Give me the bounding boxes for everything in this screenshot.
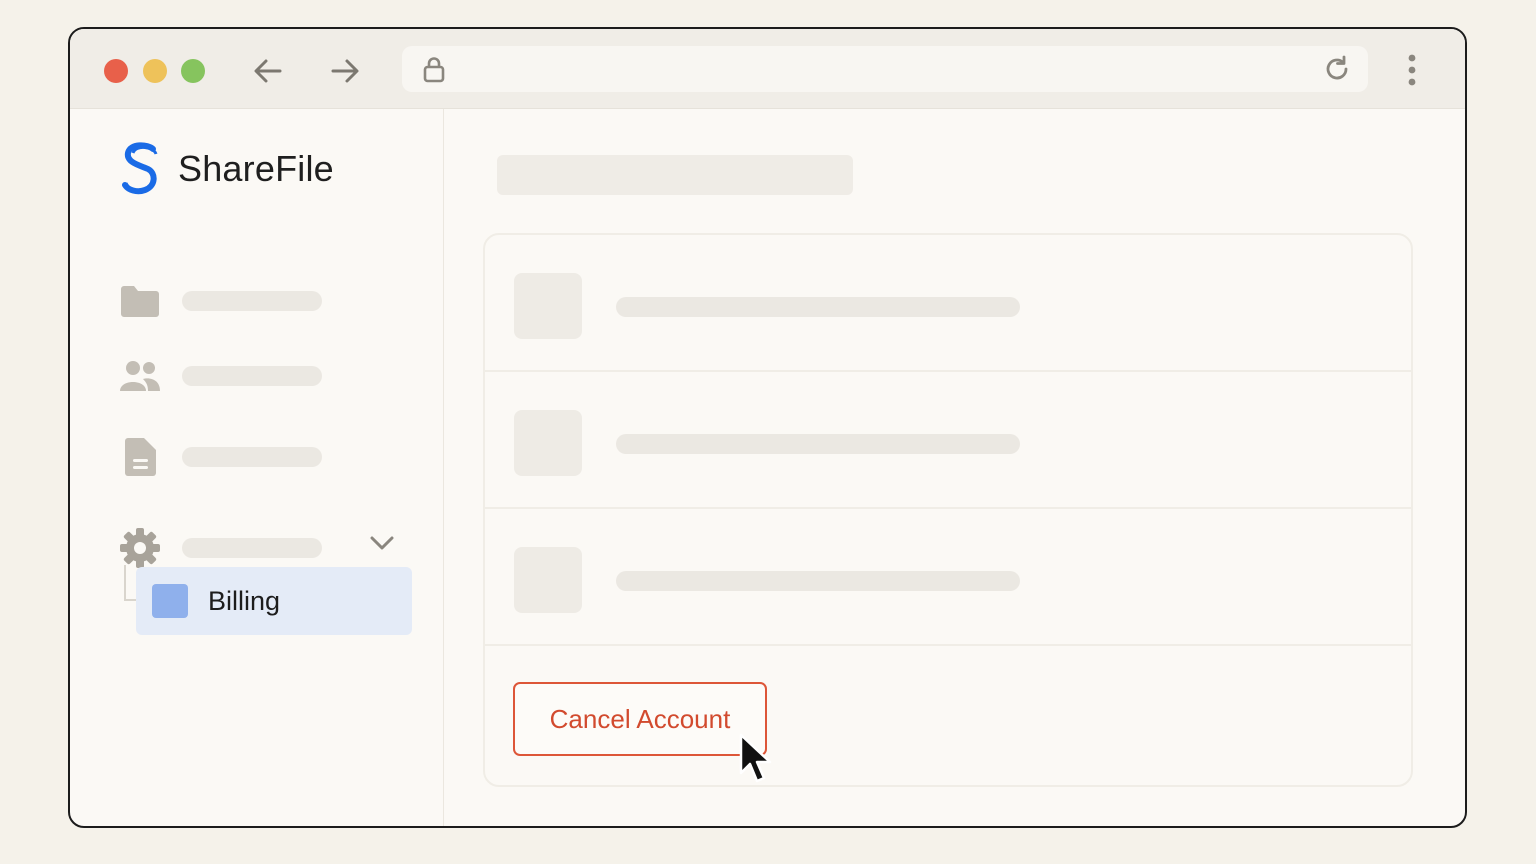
sidebar-item-label: Billing xyxy=(208,585,281,616)
gear-icon xyxy=(118,526,162,570)
sidebar-item-documents[interactable] xyxy=(118,435,408,479)
browser-window: ShareFile Billing Cancel Account xyxy=(68,27,1467,828)
minimize-window-button[interactable] xyxy=(143,59,167,83)
arrow-right-icon xyxy=(331,59,359,83)
browser-menu-button[interactable] xyxy=(1400,51,1424,89)
address-bar[interactable] xyxy=(402,46,1368,92)
tree-connector xyxy=(124,565,136,601)
maximize-window-button[interactable] xyxy=(181,59,205,83)
text-placeholder xyxy=(616,571,1020,591)
reload-icon xyxy=(1326,55,1348,80)
kebab-menu-icon xyxy=(1408,54,1416,86)
close-window-button[interactable] xyxy=(104,59,128,83)
sidebar-item-placeholder xyxy=(182,366,322,386)
cancel-account-button[interactable]: Cancel Account xyxy=(513,682,767,756)
sidebar-item-placeholder xyxy=(182,291,322,311)
back-button[interactable] xyxy=(250,53,286,89)
text-placeholder xyxy=(616,297,1020,317)
arrow-left-icon xyxy=(254,59,282,83)
page-title-placeholder xyxy=(497,155,853,195)
folder-icon xyxy=(118,279,162,323)
users-icon xyxy=(118,354,162,398)
chevron-down-icon[interactable] xyxy=(368,529,396,557)
browser-toolbar xyxy=(70,29,1465,109)
sidebar-item-placeholder xyxy=(182,447,322,467)
sidebar-item-settings[interactable] xyxy=(118,526,408,570)
sidebar-item-files[interactable] xyxy=(118,279,408,323)
document-icon xyxy=(118,435,162,479)
forward-button[interactable] xyxy=(327,53,363,89)
list-item xyxy=(485,372,1411,509)
sidebar-item-placeholder xyxy=(182,538,322,558)
brand[interactable]: ShareFile xyxy=(118,139,334,199)
list-item xyxy=(485,509,1411,646)
billing-card: Cancel Account xyxy=(483,233,1413,787)
sidebar-item-billing[interactable]: Billing xyxy=(136,567,412,635)
mouse-pointer-icon xyxy=(739,733,772,783)
text-placeholder xyxy=(616,434,1020,454)
thumbnail-placeholder xyxy=(514,273,582,339)
list-item xyxy=(485,235,1411,372)
lock-icon xyxy=(420,55,448,83)
thumbnail-placeholder xyxy=(514,547,582,613)
brand-name: ShareFile xyxy=(178,148,334,189)
reload-button[interactable] xyxy=(1322,54,1352,84)
sidebar: ShareFile Billing xyxy=(70,109,444,826)
sharefile-logo-icon xyxy=(122,142,158,195)
sidebar-item-people[interactable] xyxy=(118,354,408,398)
billing-icon xyxy=(152,584,188,618)
thumbnail-placeholder xyxy=(514,410,582,476)
